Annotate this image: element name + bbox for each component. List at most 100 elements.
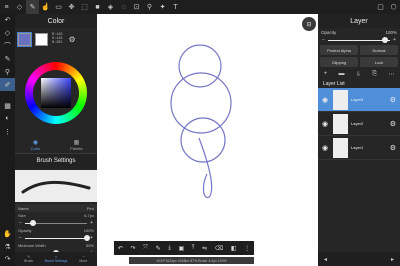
layer-opacity-knob[interactable] — [382, 37, 388, 43]
more-icon[interactable]: ⋮ — [244, 245, 250, 252]
gear-icon[interactable]: ⚙ — [390, 96, 396, 104]
minus-icon[interactable]: − — [19, 220, 22, 226]
text-icon[interactable]: T — [169, 0, 182, 14]
eye-icon[interactable]: ◉ — [322, 120, 330, 128]
eraser-icon[interactable]: ◇ — [13, 0, 26, 14]
canvas-area[interactable]: ⊟ ↶ ↷ ⤧ ✎ ⤓ ▣ ⤒ ⇋ ⌫ ◧ ⋮ 1024*1024px 2048… — [97, 14, 318, 266]
eraser-icon[interactable]: ⌫ — [215, 245, 223, 252]
duplicate-layer-icon[interactable]: ⎘ — [372, 71, 377, 78]
top-toolbar: ≡ ◇ ✎ ☝ ▭ ✥ ⬚ ■ ◈ ◌ ⊡ ⚲ ✦ T ▢ ⬡ — [0, 0, 400, 14]
tab-brush-settings[interactable]: ≡ Brush Settings — [42, 252, 69, 266]
redo-icon[interactable]: ↷ — [130, 245, 135, 252]
lock-button[interactable]: Lock — [360, 57, 398, 67]
minus-icon[interactable]: − — [322, 37, 325, 43]
brush-stroke-preview-svg — [21, 180, 91, 194]
lasso-icon[interactable]: ◌ — [117, 0, 130, 14]
pen-icon[interactable]: ✎ — [156, 245, 161, 252]
mask-icon[interactable]: ◧ — [231, 245, 237, 252]
clipping-button[interactable]: Clipping — [320, 57, 358, 67]
smudge-tool-icon[interactable]: ✎ — [0, 53, 15, 66]
fill-icon[interactable]: ■ — [91, 0, 104, 14]
protect-alpha-button[interactable]: Protect Alpha — [320, 45, 358, 55]
eye-icon[interactable]: ◉ — [322, 144, 330, 152]
blend-icon[interactable]: ✦ — [156, 0, 169, 14]
square-icon[interactable]: ▢ — [374, 0, 387, 14]
layer-row[interactable]: ◉ Layer2 ⚙ — [318, 112, 400, 136]
layer-actions-row: + ▬ ⇩ ⎘ ⋯ — [318, 68, 400, 80]
layer-row[interactable]: ◉ Layer1 ⚙ — [318, 136, 400, 160]
eyedropper-icon[interactable]: ⚲ — [143, 0, 156, 14]
hand-icon[interactable]: ✋ — [0, 227, 15, 240]
layer-panel-footer: ◂ ▸ — [318, 252, 400, 266]
saturation-square[interactable] — [41, 78, 71, 108]
layer-row[interactable]: ◉ Layer3 ⚙ — [318, 88, 400, 112]
cube-icon[interactable]: ⬡ — [387, 0, 400, 14]
move-icon[interactable]: ✥ — [65, 0, 78, 14]
sub-color-swatch[interactable] — [35, 32, 48, 46]
drawing-strokes — [170, 44, 232, 199]
menu-icon[interactable]: ≡ — [0, 0, 13, 14]
canvas-bottom-bar: ↶ ↷ ⤧ ✎ ⤓ ▣ ⤒ ⇋ ⌫ ◧ ⋮ — [114, 241, 254, 255]
main-color-swatch[interactable] — [17, 31, 32, 47]
size-slider-knob[interactable] — [30, 220, 36, 226]
import-icon[interactable]: ⤓ — [168, 245, 171, 252]
prev-icon[interactable]: ◂ — [324, 256, 327, 263]
gear-icon[interactable]: ⚙ — [69, 35, 76, 44]
undo-icon[interactable]: ↶ — [118, 245, 123, 252]
add-layer-icon[interactable]: + — [324, 71, 328, 77]
layer-menu-icon[interactable]: ⋯ — [388, 71, 394, 78]
brush-tool-icon[interactable]: ⌒ — [0, 40, 15, 53]
pipette-icon[interactable]: ⚗ — [0, 240, 15, 253]
redo-icon[interactable]: ↷ — [0, 253, 15, 266]
plus-icon[interactable]: + — [393, 37, 396, 43]
layer-panel-title: Layer — [318, 14, 400, 28]
flip-icon[interactable]: ⇋ — [202, 245, 207, 252]
tab-color[interactable]: ◉ Color — [15, 136, 56, 153]
shape-icon[interactable]: ▭ — [52, 0, 65, 14]
eraser-tool-icon[interactable]: ◇ — [0, 27, 15, 40]
brush-stroke-preview — [15, 170, 97, 202]
save-icon[interactable]: ▣ — [179, 245, 185, 252]
opacity-value: 100% — [83, 228, 94, 233]
minus-icon[interactable]: − — [19, 235, 22, 241]
layer-opacity-slider[interactable]: − + — [322, 36, 396, 44]
select-icon[interactable]: ⬚ — [78, 0, 91, 14]
plus-icon[interactable]: + — [90, 235, 93, 241]
tab-palette[interactable]: ▦ Palette — [56, 136, 97, 153]
gear-icon[interactable]: ⚙ — [390, 144, 396, 152]
rgb-readout: R:128 G:116 B:255 — [52, 33, 63, 45]
smudge-icon[interactable]: ☝ — [39, 0, 52, 14]
pencil-tool-icon[interactable]: ✐ — [0, 78, 15, 92]
opacity-slider[interactable]: − + — [19, 234, 93, 242]
blend-mode-select[interactable]: Normal — [360, 45, 398, 55]
tab-more-label: More — [79, 259, 88, 263]
undo-icon[interactable]: ↶ — [0, 14, 15, 27]
bucket-tool-icon[interactable]: ▦ — [0, 99, 15, 112]
canvas-status-text: 1024*1024px 2048px 87% Brush 4.0px 100% — [129, 257, 254, 264]
tab-more[interactable]: ⋯ More — [70, 252, 97, 266]
size-slider[interactable]: − + — [19, 219, 93, 227]
merge-layer-icon[interactable]: ⇩ — [356, 71, 361, 78]
grip-icon[interactable]: ⋮ — [0, 125, 15, 138]
eye-icon[interactable]: ◉ — [322, 96, 330, 104]
drawing-canvas[interactable]: ⊟ ↶ ↷ ⤧ ✎ ⤓ ▣ ⤒ ⇋ ⌫ ◧ ⋮ 1024*1024px 2048… — [97, 14, 318, 266]
transform-icon[interactable]: ⤧ — [143, 245, 148, 252]
delete-layer-icon[interactable]: ▬ — [339, 71, 345, 77]
eyedropper-tool-icon[interactable]: ⚲ — [0, 66, 15, 79]
brush-icon[interactable]: ✎ — [26, 0, 39, 14]
color-tool-icon[interactable]: ◐ — [0, 112, 15, 125]
navigator-icon[interactable]: ⊟ — [302, 17, 316, 31]
tab-brush[interactable]: ✎ Brush — [15, 252, 42, 266]
next-icon[interactable]: ▸ — [391, 256, 394, 263]
crop-icon[interactable]: ⊡ — [130, 0, 143, 14]
plus-icon[interactable]: + — [90, 220, 93, 226]
gradient-icon[interactable]: ◈ — [104, 0, 117, 14]
gear-icon[interactable]: ⚙ — [390, 120, 396, 128]
brush-name-row[interactable]: Name Pen — [15, 204, 97, 212]
brush-name-label: Name — [18, 205, 29, 211]
opacity-label: Opacity — [18, 228, 32, 233]
export-icon[interactable]: ⤒ — [192, 245, 195, 252]
color-wheel[interactable] — [25, 62, 87, 124]
layer-opacity-row: Opacity 100% — [318, 28, 400, 36]
color-wheel-icon: ◉ — [32, 139, 39, 146]
